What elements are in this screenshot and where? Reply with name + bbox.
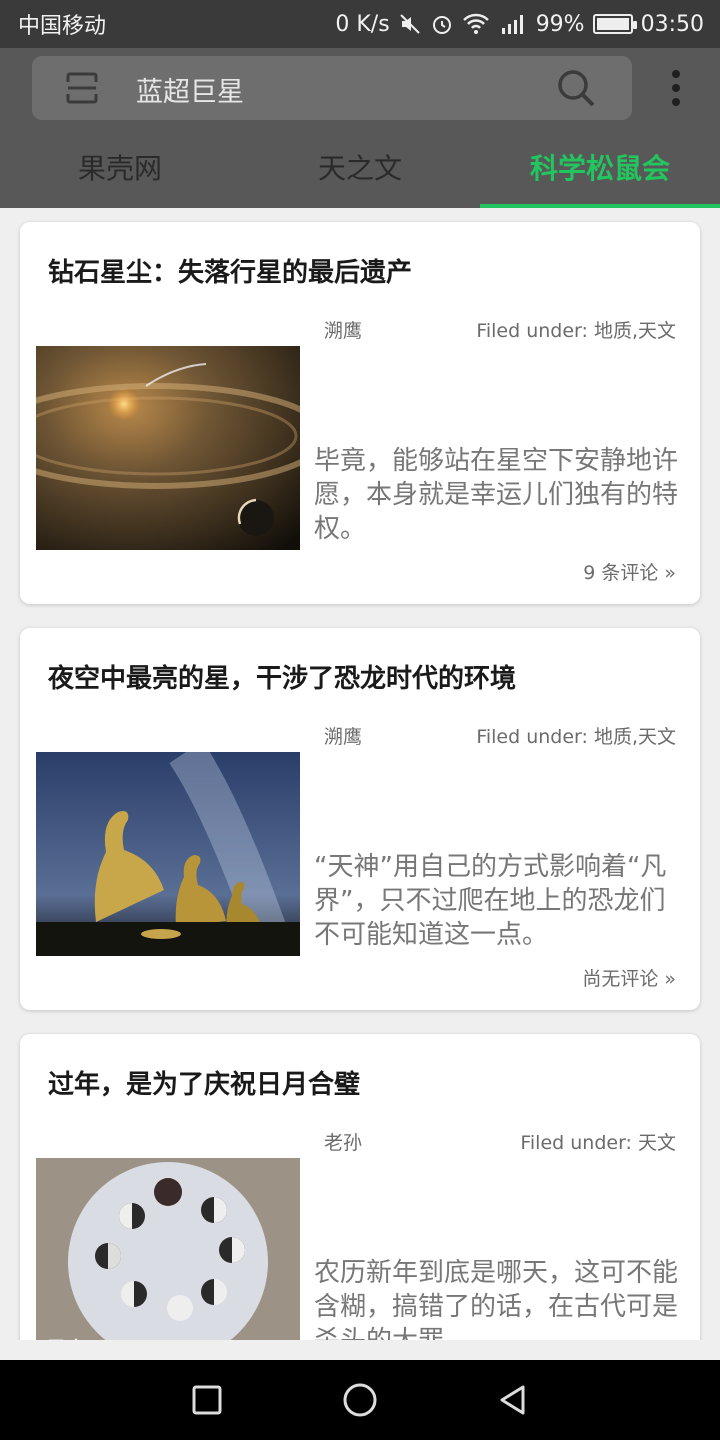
battery-percent: 99%	[535, 11, 585, 37]
article-category: Filed under: 天文	[520, 1132, 676, 1154]
tab-bar: 果壳网 天之文 科学松鼠会	[0, 140, 720, 208]
article-card[interactable]: 过年，是为了庆祝日月合璧 老孙 Filed under: 天文 果壳 农历新年到…	[20, 1034, 700, 1340]
thumbnail-watermark: 果壳	[46, 1337, 86, 1340]
status-bar: 中国移动 0 K/s 99% 03:50	[0, 0, 720, 48]
back-icon[interactable]	[493, 1380, 533, 1420]
article-author: 溯鹰	[324, 726, 363, 748]
battery-icon	[592, 14, 637, 34]
comments-link[interactable]: 尚无评论 »	[582, 964, 676, 991]
article-excerpt: “天神”用自己的方式影响着“凡界”，只不过爬在地上的恐龙们不可能知道这一点。	[314, 852, 667, 950]
article-excerpt: 毕竟，能够站在星空下安静地许愿，本身就是幸运儿们独有的特权。	[314, 446, 679, 544]
article-title[interactable]: 过年，是为了庆祝日月合璧	[48, 1064, 360, 1101]
article-author: 老孙	[324, 1132, 363, 1154]
overflow-menu-icon[interactable]	[664, 70, 688, 106]
tab-guokr[interactable]: 果壳网	[0, 140, 240, 208]
app-header: 蓝超巨星 果壳网 天之文 科学松鼠会	[0, 48, 720, 208]
comments-link[interactable]: 9 条评论 »	[583, 558, 676, 585]
article-thumbnail[interactable]	[36, 752, 300, 956]
tab-songshuhui[interactable]: 科学松鼠会	[480, 140, 720, 208]
net-speed: 0 K/s	[335, 11, 390, 37]
search-bar[interactable]: 蓝超巨星	[32, 56, 632, 120]
article-feed[interactable]: 钻石星尘：失落行星的最后遗产 溯鹰 Filed under: 地质,天文 毕竟，…	[0, 208, 720, 1340]
scan-icon[interactable]	[64, 70, 100, 110]
home-icon[interactable]	[340, 1380, 380, 1420]
article-category: Filed under: 地质,天文	[476, 320, 676, 342]
search-query[interactable]: 蓝超巨星	[136, 70, 244, 109]
alarm-icon	[430, 12, 454, 36]
article-category: Filed under: 地质,天文	[476, 726, 676, 748]
clock: 03:50	[640, 11, 704, 37]
article-title[interactable]: 夜空中最亮的星，干涉了恐龙时代的环境	[48, 658, 516, 695]
article-card[interactable]: 钻石星尘：失落行星的最后遗产 溯鹰 Filed under: 地质,天文 毕竟，…	[20, 222, 700, 604]
article-thumbnail[interactable]: 果壳	[36, 1158, 300, 1340]
article-author: 溯鹰	[324, 320, 363, 342]
wifi-icon	[462, 12, 490, 36]
article-excerpt: 农历新年到底是哪天，这可不能含糊，搞错了的话，在古代可是杀头的大罪	[314, 1258, 679, 1340]
recents-icon[interactable]	[187, 1380, 227, 1420]
tab-tianzhiwen[interactable]: 天之文	[240, 140, 480, 208]
search-icon[interactable]	[556, 68, 596, 112]
article-title[interactable]: 钻石星尘：失落行星的最后遗产	[48, 252, 412, 289]
carrier-label: 中国移动	[18, 14, 107, 39]
system-nav-bar	[0, 1360, 720, 1440]
article-card[interactable]: 夜空中最亮的星，干涉了恐龙时代的环境 溯鹰 Filed under: 地质,天文	[20, 628, 700, 1010]
cell-signal-icon	[498, 12, 528, 36]
article-thumbnail[interactable]	[36, 346, 300, 550]
mute-icon	[398, 12, 422, 36]
